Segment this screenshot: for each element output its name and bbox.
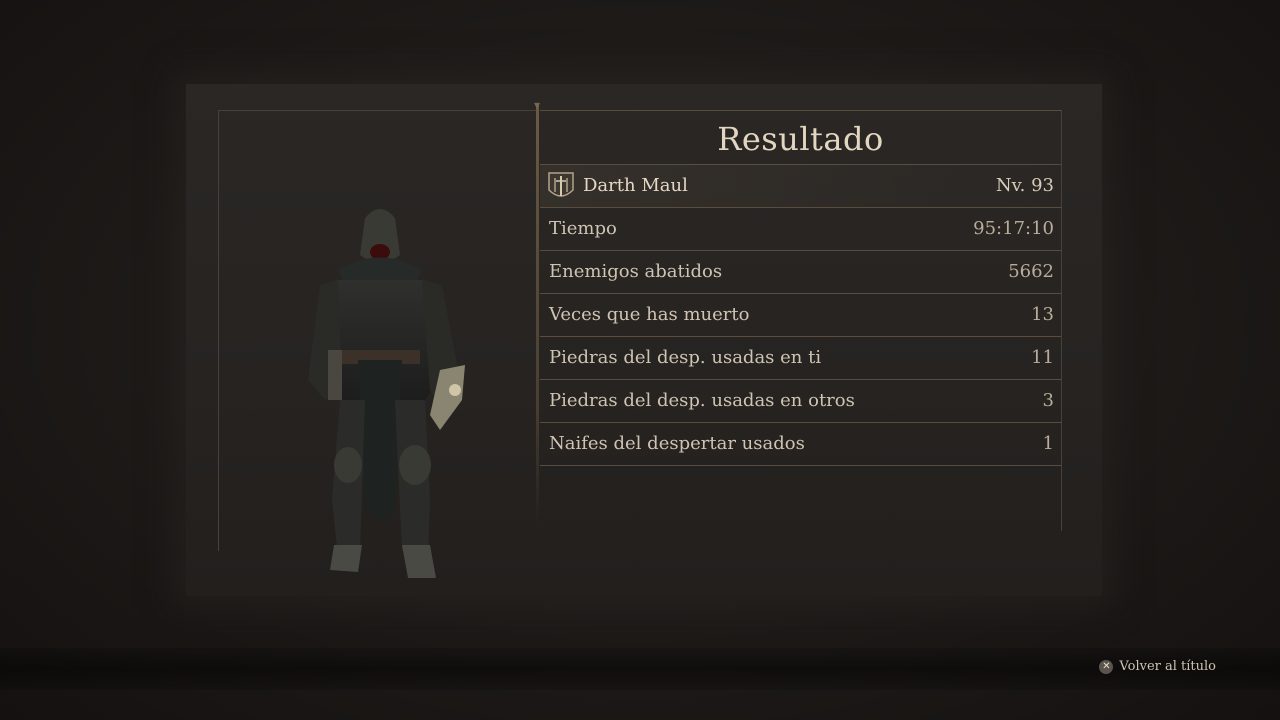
stat-label: Tiempo: [549, 218, 617, 239]
back-to-title-label: Volver al título: [1119, 659, 1216, 674]
stat-row-time: Tiempo 95:17:10: [540, 207, 1061, 250]
character-model: [308, 209, 465, 578]
stat-label: Piedras del desp. usadas en ti: [549, 347, 822, 368]
results-screen: ▾ Resultado Darth Maul Nv. 93 Tiempo 95:…: [0, 0, 1280, 720]
stat-value: 95:17:10: [973, 218, 1054, 239]
vocation-crest-icon: [548, 172, 574, 197]
stat-label: Veces que has muerto: [549, 304, 750, 325]
stat-row-knives: Naifes del despertar usados 1: [540, 422, 1061, 466]
panel-divider: [536, 104, 539, 524]
stat-row-enemies: Enemigos abatidos 5662: [540, 250, 1061, 293]
stat-label: Enemigos abatidos: [549, 261, 723, 282]
bottom-band: [0, 648, 1280, 690]
stat-row-deaths: Veces que has muerto 13: [540, 293, 1061, 336]
stat-value: 5662: [1008, 261, 1054, 282]
cross-button-icon: ✕: [1099, 659, 1114, 674]
character-name: Darth Maul: [583, 175, 688, 196]
stat-label: Piedras del desp. usadas en otros: [549, 390, 855, 411]
results-title: Resultado: [717, 120, 884, 158]
stat-value: 1: [1042, 433, 1054, 454]
back-to-title-button[interactable]: ✕ Volver al título: [1099, 659, 1216, 674]
stat-value: 13: [1031, 304, 1054, 325]
character-row: Darth Maul Nv. 93: [540, 164, 1061, 207]
stat-row-wakestones-self: Piedras del desp. usadas en ti 11: [540, 336, 1061, 379]
stat-row-wakestones-others: Piedras del desp. usadas en otros 3: [540, 379, 1061, 422]
stat-label: Naifes del despertar usados: [549, 433, 805, 454]
results-table: Darth Maul Nv. 93 Tiempo 95:17:10 Enemig…: [540, 164, 1061, 466]
stat-value: 11: [1031, 347, 1054, 368]
divider-ornament-icon: ▾: [533, 98, 541, 112]
character-level: Nv. 93: [995, 175, 1054, 196]
stat-value: 3: [1042, 390, 1054, 411]
